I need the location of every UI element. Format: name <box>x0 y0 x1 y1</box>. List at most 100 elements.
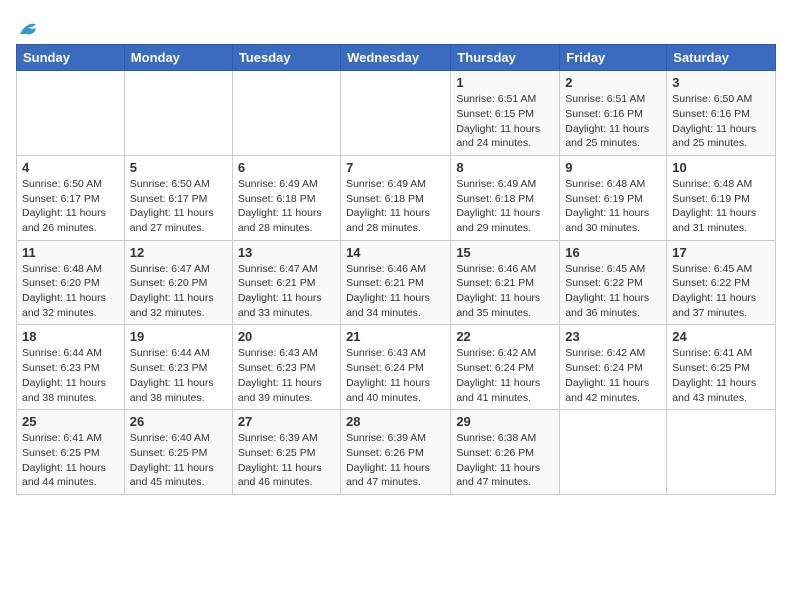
day-info: Sunrise: 6:44 AM Sunset: 6:23 PM Dayligh… <box>130 346 227 405</box>
day-info: Sunrise: 6:41 AM Sunset: 6:25 PM Dayligh… <box>672 346 770 405</box>
calendar-cell: 8 Sunrise: 6:49 AM Sunset: 6:18 PM Daylig… <box>451 155 560 240</box>
day-number: 3 <box>672 75 770 90</box>
day-number: 28 <box>346 414 445 429</box>
calendar-cell: 4 Sunrise: 6:50 AM Sunset: 6:17 PM Daylig… <box>17 155 125 240</box>
calendar-cell <box>341 71 451 156</box>
calendar-cell: 25 Sunrise: 6:41 AM Sunset: 6:25 PM Dayli… <box>17 410 125 495</box>
day-number: 6 <box>238 160 335 175</box>
day-info: Sunrise: 6:40 AM Sunset: 6:25 PM Dayligh… <box>130 431 227 490</box>
day-info: Sunrise: 6:50 AM Sunset: 6:17 PM Dayligh… <box>22 177 119 236</box>
day-number: 12 <box>130 245 227 260</box>
col-header-thursday: Thursday <box>451 45 560 71</box>
calendar-cell: 27 Sunrise: 6:39 AM Sunset: 6:25 PM Dayli… <box>232 410 340 495</box>
calendar-cell: 1 Sunrise: 6:51 AM Sunset: 6:15 PM Daylig… <box>451 71 560 156</box>
calendar-cell: 26 Sunrise: 6:40 AM Sunset: 6:25 PM Dayli… <box>124 410 232 495</box>
day-info: Sunrise: 6:44 AM Sunset: 6:23 PM Dayligh… <box>22 346 119 405</box>
calendar-cell <box>560 410 667 495</box>
day-number: 8 <box>456 160 554 175</box>
calendar-cell: 10 Sunrise: 6:48 AM Sunset: 6:19 PM Dayli… <box>667 155 776 240</box>
day-info: Sunrise: 6:38 AM Sunset: 6:26 PM Dayligh… <box>456 431 554 490</box>
day-info: Sunrise: 6:48 AM Sunset: 6:19 PM Dayligh… <box>672 177 770 236</box>
day-info: Sunrise: 6:39 AM Sunset: 6:26 PM Dayligh… <box>346 431 445 490</box>
col-header-monday: Monday <box>124 45 232 71</box>
col-header-friday: Friday <box>560 45 667 71</box>
calendar-cell: 18 Sunrise: 6:44 AM Sunset: 6:23 PM Dayli… <box>17 325 125 410</box>
calendar-cell: 2Sunrise: 6:51 AM Sunset: 6:16 PM Daylig… <box>560 71 667 156</box>
day-number: 13 <box>238 245 335 260</box>
day-info: Sunrise: 6:47 AM Sunset: 6:20 PM Dayligh… <box>130 262 227 321</box>
day-info: Sunrise: 6:50 AM Sunset: 6:17 PM Dayligh… <box>130 177 227 236</box>
day-number: 9 <box>565 160 661 175</box>
day-info: Sunrise: 6:42 AM Sunset: 6:24 PM Dayligh… <box>456 346 554 405</box>
col-header-saturday: Saturday <box>667 45 776 71</box>
day-number: 2 <box>565 75 661 90</box>
day-number: 16 <box>565 245 661 260</box>
calendar-cell: 24 Sunrise: 6:41 AM Sunset: 6:25 PM Dayli… <box>667 325 776 410</box>
day-number: 23 <box>565 329 661 344</box>
day-number: 1 <box>456 75 554 90</box>
calendar-cell <box>17 71 125 156</box>
day-info: Sunrise: 6:48 AM Sunset: 6:19 PM Dayligh… <box>565 177 661 236</box>
logo <box>16 16 40 36</box>
day-info: Sunrise: 6:51 AM Sunset: 6:15 PM Dayligh… <box>456 92 554 151</box>
calendar-cell: 19 Sunrise: 6:44 AM Sunset: 6:23 PM Dayli… <box>124 325 232 410</box>
calendar-cell: 29 Sunrise: 6:38 AM Sunset: 6:26 PM Dayli… <box>451 410 560 495</box>
day-number: 7 <box>346 160 445 175</box>
day-number: 26 <box>130 414 227 429</box>
calendar-cell: 5 Sunrise: 6:50 AM Sunset: 6:17 PM Daylig… <box>124 155 232 240</box>
calendar-cell <box>232 71 340 156</box>
day-info: Sunrise: 6:45 AM Sunset: 6:22 PM Dayligh… <box>672 262 770 321</box>
day-number: 10 <box>672 160 770 175</box>
page-header <box>16 16 776 36</box>
day-number: 18 <box>22 329 119 344</box>
day-number: 5 <box>130 160 227 175</box>
day-info: Sunrise: 6:47 AM Sunset: 6:21 PM Dayligh… <box>238 262 335 321</box>
calendar-cell: 14Sunrise: 6:46 AM Sunset: 6:21 PM Dayli… <box>341 240 451 325</box>
day-info: Sunrise: 6:39 AM Sunset: 6:25 PM Dayligh… <box>238 431 335 490</box>
calendar-cell: 28 Sunrise: 6:39 AM Sunset: 6:26 PM Dayli… <box>341 410 451 495</box>
logo-bird-icon <box>18 20 40 38</box>
day-info: Sunrise: 6:45 AM Sunset: 6:22 PM Dayligh… <box>565 262 661 321</box>
calendar-cell: 11Sunrise: 6:48 AM Sunset: 6:20 PM Dayli… <box>17 240 125 325</box>
calendar-cell: 23 Sunrise: 6:42 AM Sunset: 6:24 PM Dayli… <box>560 325 667 410</box>
day-number: 19 <box>130 329 227 344</box>
col-header-wednesday: Wednesday <box>341 45 451 71</box>
calendar-cell: 13 Sunrise: 6:47 AM Sunset: 6:21 PM Dayli… <box>232 240 340 325</box>
day-info: Sunrise: 6:46 AM Sunset: 6:21 PM Dayligh… <box>346 262 445 321</box>
calendar-cell <box>667 410 776 495</box>
day-number: 15 <box>456 245 554 260</box>
day-number: 11 <box>22 245 119 260</box>
day-number: 25 <box>22 414 119 429</box>
logo-text <box>16 16 40 40</box>
calendar-cell: 16 Sunrise: 6:45 AM Sunset: 6:22 PM Dayli… <box>560 240 667 325</box>
day-number: 17 <box>672 245 770 260</box>
day-info: Sunrise: 6:49 AM Sunset: 6:18 PM Dayligh… <box>456 177 554 236</box>
day-info: Sunrise: 6:41 AM Sunset: 6:25 PM Dayligh… <box>22 431 119 490</box>
day-info: Sunrise: 6:49 AM Sunset: 6:18 PM Dayligh… <box>346 177 445 236</box>
calendar-cell <box>124 71 232 156</box>
calendar-cell: 21Sunrise: 6:43 AM Sunset: 6:24 PM Dayli… <box>341 325 451 410</box>
day-info: Sunrise: 6:50 AM Sunset: 6:16 PM Dayligh… <box>672 92 770 151</box>
calendar-cell: 15Sunrise: 6:46 AM Sunset: 6:21 PM Dayli… <box>451 240 560 325</box>
calendar-cell: 7 Sunrise: 6:49 AM Sunset: 6:18 PM Daylig… <box>341 155 451 240</box>
day-info: Sunrise: 6:42 AM Sunset: 6:24 PM Dayligh… <box>565 346 661 405</box>
day-info: Sunrise: 6:49 AM Sunset: 6:18 PM Dayligh… <box>238 177 335 236</box>
calendar-cell: 17 Sunrise: 6:45 AM Sunset: 6:22 PM Dayli… <box>667 240 776 325</box>
calendar-cell: 9 Sunrise: 6:48 AM Sunset: 6:19 PM Daylig… <box>560 155 667 240</box>
day-number: 24 <box>672 329 770 344</box>
calendar-cell: 20 Sunrise: 6:43 AM Sunset: 6:23 PM Dayli… <box>232 325 340 410</box>
day-number: 27 <box>238 414 335 429</box>
col-header-tuesday: Tuesday <box>232 45 340 71</box>
day-number: 29 <box>456 414 554 429</box>
calendar-table: SundayMondayTuesdayWednesdayThursdayFrid… <box>16 44 776 495</box>
calendar-cell: 3 Sunrise: 6:50 AM Sunset: 6:16 PM Daylig… <box>667 71 776 156</box>
calendar-cell: 12 Sunrise: 6:47 AM Sunset: 6:20 PM Dayli… <box>124 240 232 325</box>
day-number: 22 <box>456 329 554 344</box>
calendar-cell: 22 Sunrise: 6:42 AM Sunset: 6:24 PM Dayli… <box>451 325 560 410</box>
day-number: 20 <box>238 329 335 344</box>
day-info: Sunrise: 6:43 AM Sunset: 6:24 PM Dayligh… <box>346 346 445 405</box>
col-header-sunday: Sunday <box>17 45 125 71</box>
calendar-cell: 6 Sunrise: 6:49 AM Sunset: 6:18 PM Daylig… <box>232 155 340 240</box>
day-info: Sunrise: 6:43 AM Sunset: 6:23 PM Dayligh… <box>238 346 335 405</box>
day-number: 4 <box>22 160 119 175</box>
